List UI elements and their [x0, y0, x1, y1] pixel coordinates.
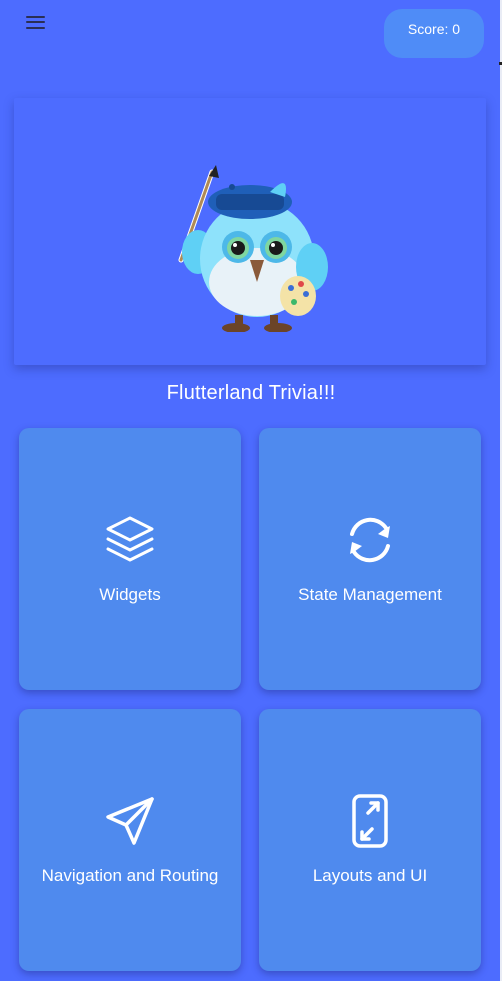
app-screen: Score: 0 Flutterland Trivia!!! Widgets S…	[0, 0, 502, 981]
menu-button[interactable]	[20, 10, 50, 34]
category-tile-widgets[interactable]: Widgets	[19, 428, 241, 690]
score-badge: Score: 0	[384, 9, 484, 58]
screen-rotation-icon	[342, 793, 398, 849]
category-label: Layouts and UI	[312, 866, 428, 885]
hamburger-menu-icon	[25, 15, 45, 29]
category-label: State Management	[298, 585, 442, 604]
score-label: Score: 0	[407, 21, 461, 37]
category-label: Navigation and Routing	[41, 866, 219, 885]
layers-icon	[102, 512, 158, 568]
hero-image-card	[14, 98, 486, 365]
category-tile-layouts-and-ui[interactable]: Layouts and UI	[259, 709, 481, 971]
refresh-icon	[342, 512, 398, 568]
send-icon	[102, 793, 158, 849]
mascot-image	[178, 164, 328, 332]
category-label: Widgets	[99, 585, 161, 604]
page-title: Flutterland Trivia!!!	[166, 382, 336, 404]
category-tile-state-management[interactable]: State Management	[259, 428, 481, 690]
category-tile-navigation-and-routing[interactable]: Navigation and Routing	[19, 709, 241, 971]
